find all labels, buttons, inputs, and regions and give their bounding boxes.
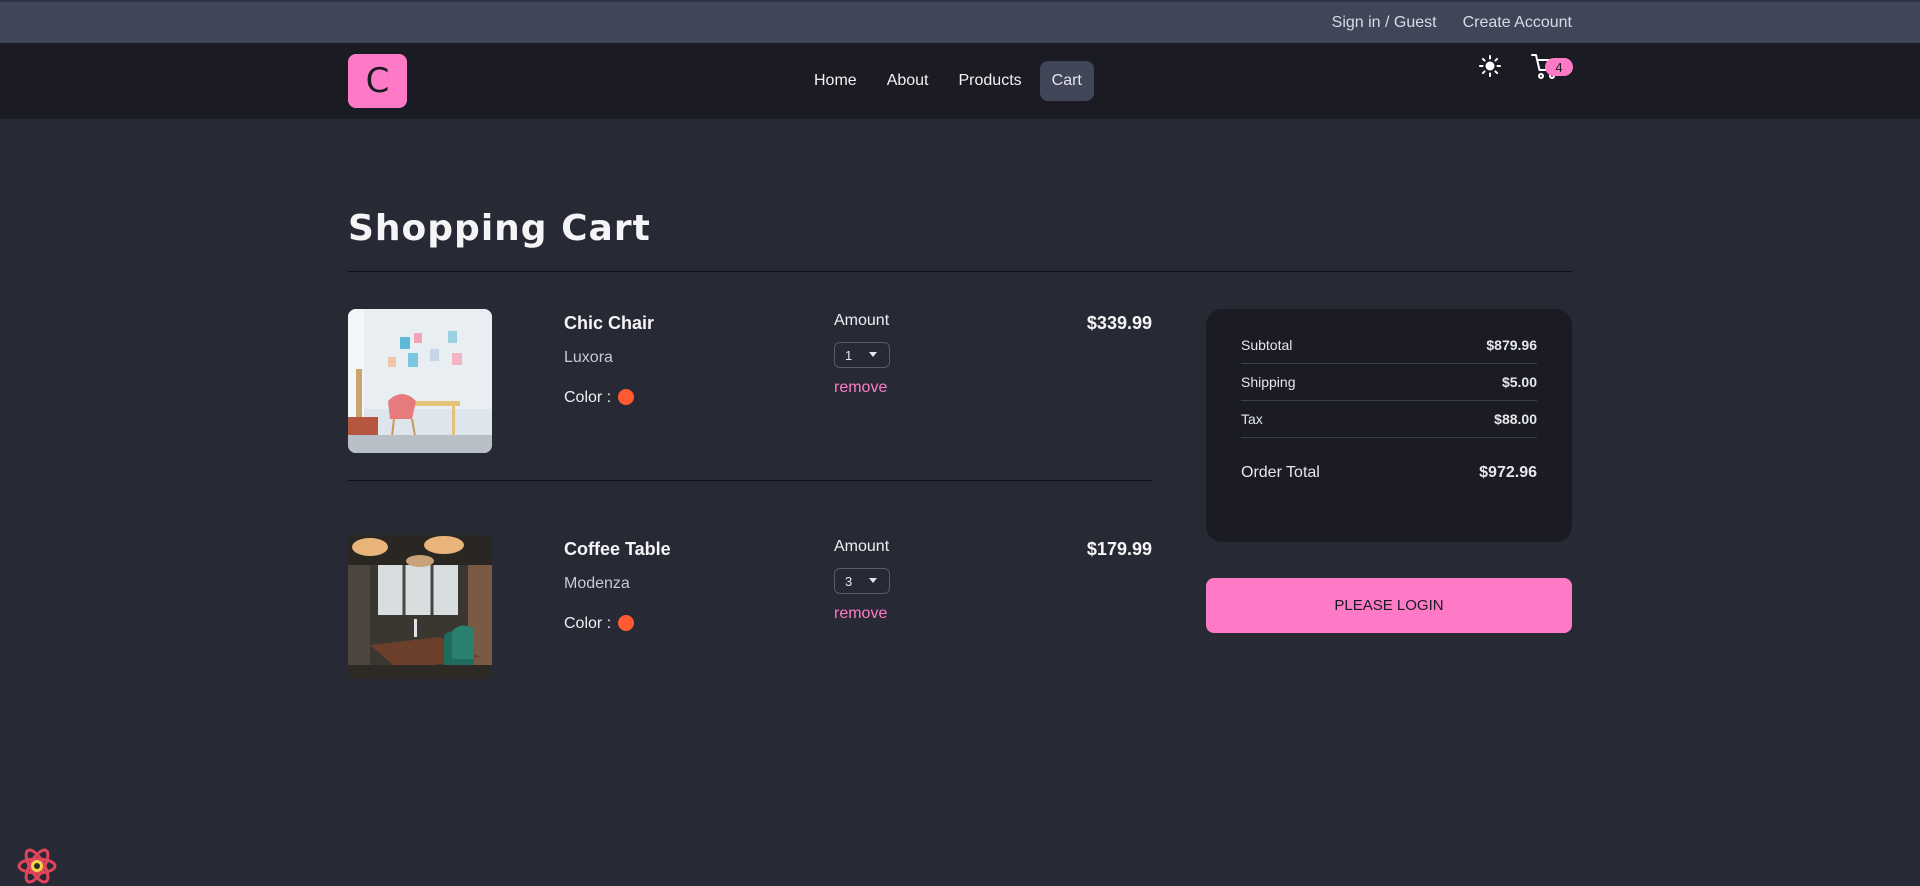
page-title: Shopping Cart bbox=[348, 208, 651, 249]
remove-button[interactable]: remove bbox=[834, 605, 887, 623]
chevron-down-icon bbox=[869, 352, 877, 357]
nav-home[interactable]: Home bbox=[802, 61, 869, 101]
shipping-label: Shipping bbox=[1241, 374, 1296, 390]
product-name: Coffee Table bbox=[564, 539, 671, 559]
product-price: $179.99 bbox=[1086, 539, 1152, 559]
amount-value: 3 bbox=[845, 573, 853, 589]
item-divider bbox=[348, 480, 1152, 481]
order-total-label: Order Total bbox=[1241, 464, 1320, 481]
nav-links: Home About Products Cart bbox=[802, 61, 1094, 101]
chevron-down-icon bbox=[869, 578, 877, 583]
please-login-button[interactable]: PLEASE LOGIN bbox=[1206, 578, 1572, 633]
order-total-value: $972.96 bbox=[1479, 464, 1537, 481]
nav-products[interactable]: Products bbox=[947, 61, 1034, 101]
create-account-link[interactable]: Create Account bbox=[1463, 14, 1572, 32]
product-name: Chic Chair bbox=[564, 313, 655, 333]
order-summary: Subtotal $879.96 Shipping $5.00 Tax $88.… bbox=[1206, 309, 1572, 542]
cart-item: Coffee Table Modenza Color : Amount 3 re… bbox=[348, 535, 1152, 680]
title-divider bbox=[348, 271, 1572, 272]
amount-select[interactable]: 1 bbox=[834, 342, 890, 368]
product-brand: Modenza bbox=[564, 575, 630, 592]
color-swatch bbox=[618, 615, 634, 631]
sun-icon[interactable] bbox=[1478, 54, 1502, 78]
amount-label: Amount bbox=[834, 312, 890, 329]
product-brand: Luxora bbox=[564, 349, 613, 366]
tax-row: Tax $88.00 bbox=[1241, 401, 1537, 438]
amount-label: Amount bbox=[834, 538, 890, 555]
subtotal-row: Subtotal $879.96 bbox=[1241, 327, 1537, 364]
product-image[interactable] bbox=[348, 535, 492, 679]
order-total-row: Order Total $972.96 bbox=[1241, 464, 1537, 482]
shipping-value: $5.00 bbox=[1501, 374, 1537, 390]
subtotal-value: $879.96 bbox=[1486, 337, 1537, 353]
color-swatch bbox=[618, 389, 634, 405]
devtools-icon[interactable] bbox=[16, 848, 58, 884]
tax-value: $88.00 bbox=[1494, 411, 1537, 427]
product-price: $339.99 bbox=[1086, 313, 1152, 333]
amount-select[interactable]: 3 bbox=[834, 568, 890, 594]
tax-label: Tax bbox=[1241, 411, 1263, 427]
logo[interactable]: C bbox=[348, 54, 407, 108]
top-bar: Sign in / Guest Create Account bbox=[0, 0, 1920, 43]
navbar: C Home About Products Cart bbox=[0, 43, 1920, 119]
color-label: Color : bbox=[564, 389, 612, 406]
cart-item: Chic Chair Luxora Color : Amount 1 remov… bbox=[348, 309, 1152, 454]
subtotal-label: Subtotal bbox=[1241, 337, 1293, 353]
nav-about[interactable]: About bbox=[875, 61, 941, 101]
sign-in-link[interactable]: Sign in / Guest bbox=[1332, 14, 1437, 32]
cart-count-badge: 4 bbox=[1545, 58, 1573, 76]
amount-value: 1 bbox=[845, 347, 853, 363]
nav-cart[interactable]: Cart bbox=[1039, 61, 1094, 101]
remove-button[interactable]: remove bbox=[834, 379, 887, 397]
shipping-row: Shipping $5.00 bbox=[1241, 364, 1537, 401]
product-image[interactable] bbox=[348, 309, 492, 453]
color-label: Color : bbox=[564, 615, 612, 632]
